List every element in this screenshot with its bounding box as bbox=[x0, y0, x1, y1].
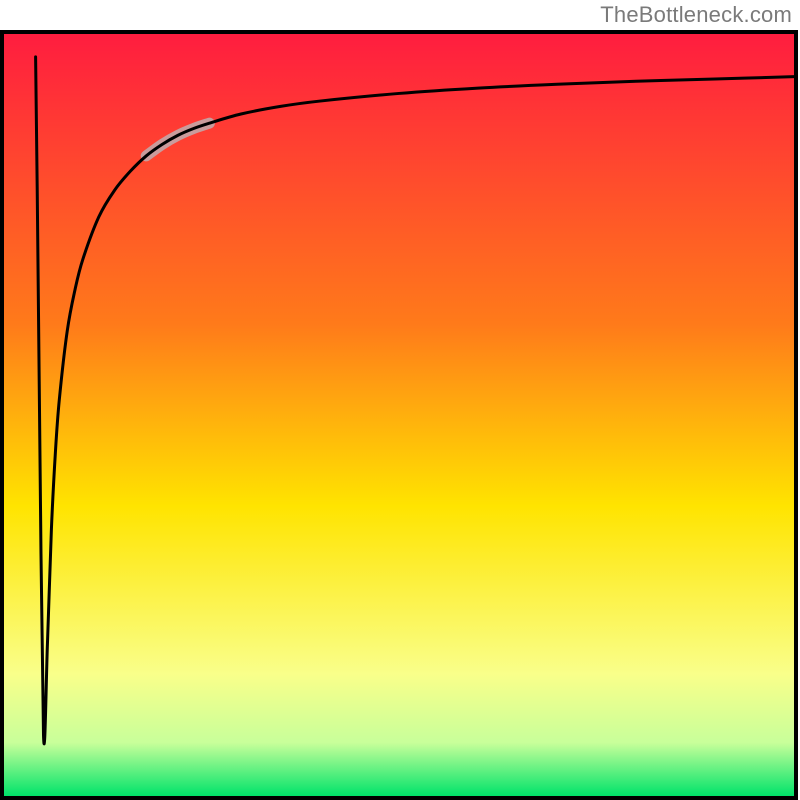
watermark-text: TheBottleneck.com bbox=[600, 2, 792, 28]
chart-svg bbox=[0, 0, 800, 800]
chart-container: TheBottleneck.com bbox=[0, 0, 800, 800]
plot-background bbox=[4, 34, 794, 796]
